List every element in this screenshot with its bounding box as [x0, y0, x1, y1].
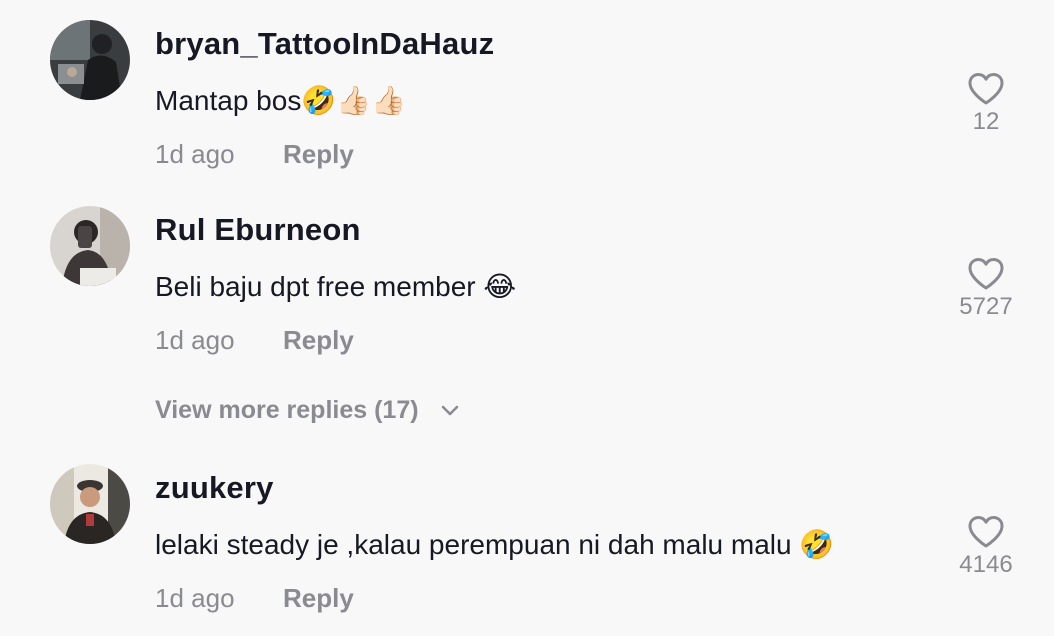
- heart-outline-icon[interactable]: [967, 72, 1005, 106]
- avatar[interactable]: [50, 206, 130, 286]
- comment-timestamp: 1d ago: [155, 139, 235, 169]
- comment-text: lelaki steady je ,kalau perempuan ni dah…: [155, 529, 835, 560]
- avatar[interactable]: [50, 464, 130, 544]
- avatar-image: [50, 20, 130, 100]
- heart-outline-icon[interactable]: [967, 257, 1005, 291]
- comment-text: Beli baju dpt free member 😂: [155, 271, 517, 302]
- comment-timestamp: 1d ago: [155, 325, 235, 355]
- like-count: 5727: [959, 293, 1013, 320]
- comment-meta: 1d ago Reply: [155, 139, 354, 170]
- comment-timestamp: 1d ago: [155, 583, 235, 613]
- reply-button[interactable]: Reply: [283, 583, 354, 614]
- view-more-replies-button[interactable]: View more replies (17): [155, 396, 460, 425]
- comment-username[interactable]: Rul Eburneon: [155, 212, 361, 248]
- heart-outline-icon[interactable]: [967, 515, 1005, 549]
- like-button[interactable]: 4146: [948, 515, 1024, 579]
- like-button[interactable]: 5727: [948, 257, 1024, 321]
- comment-meta: 1d ago Reply: [155, 583, 354, 614]
- avatar[interactable]: [50, 20, 130, 100]
- comment-username[interactable]: bryan_TattooInDaHauz: [155, 26, 494, 62]
- comment-username[interactable]: zuukery: [155, 470, 274, 506]
- comment-meta: 1d ago Reply: [155, 325, 354, 356]
- chevron-down-icon: [441, 406, 458, 416]
- avatar-image: [50, 206, 130, 286]
- comment-text: Mantap bos🤣👍🏻👍🏻: [155, 85, 406, 116]
- like-button[interactable]: 12: [948, 72, 1024, 136]
- reply-button[interactable]: Reply: [283, 139, 354, 170]
- like-count: 12: [972, 108, 1000, 135]
- like-count: 4146: [959, 551, 1013, 578]
- view-more-replies-label: View more replies (17): [155, 396, 419, 424]
- avatar-image: [50, 464, 130, 544]
- reply-button[interactable]: Reply: [283, 325, 354, 356]
